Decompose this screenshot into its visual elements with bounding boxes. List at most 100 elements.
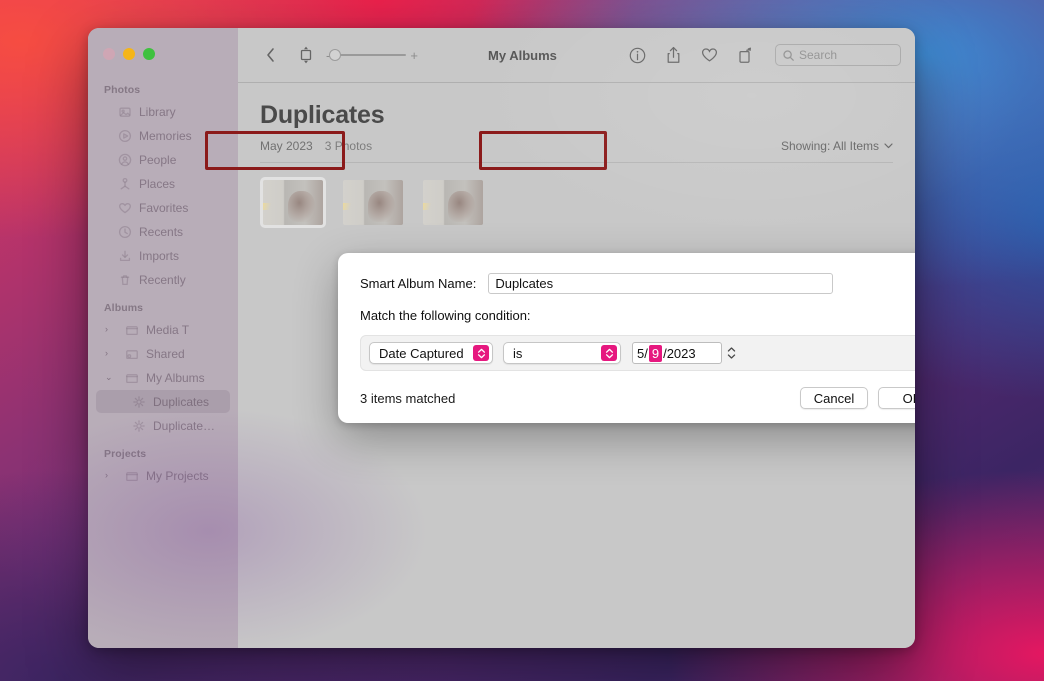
sidebar-item-label: Imports [139,248,180,263]
smart-album-icon [132,395,146,409]
clock-icon [118,225,132,239]
sidebar-section-header: Photos [104,84,141,96]
sidebar-item-recently[interactable]: Recently [96,268,230,291]
minimize-window-button[interactable] [123,48,135,60]
content-area: - + My Albums Search Duplicates May 2023… [205,28,915,648]
sidebar-item-memories[interactable]: Memories [96,124,230,147]
zoom-slider-knob[interactable] [329,49,342,61]
sidebar-item-label: Shared [146,346,185,361]
photos-library-icon [118,105,132,119]
date-month-segment[interactable]: 5/ [637,346,648,361]
disclosure-triangle-icon[interactable]: › [105,471,115,480]
showing-filter-button[interactable]: Showing: All Items [781,139,893,153]
page-photo-count: 3 Photos [324,139,373,153]
shared-folder-icon [125,347,139,361]
sidebar-section-header: Projects [104,448,147,460]
photo-thumbnail-image [343,180,403,225]
sidebar-item-shared[interactable]: › Shared [96,342,230,365]
chevron-up-down-icon [473,345,489,361]
disclosure-triangle-icon[interactable]: › [105,325,115,334]
date-year-segment[interactable]: /2023 [663,346,696,361]
sidebar-item-label: Recents [139,224,184,239]
sidebar-item-label: People [139,152,177,167]
page-subtitle: May 2023 3 Photos Showing: All Items [260,139,893,153]
dialog-button-group: Cancel OK [790,387,915,409]
places-pin-icon [118,177,132,191]
smart-album-name-input[interactable]: Duplcates [488,273,834,294]
photo-thumbnail[interactable] [340,177,406,228]
search-input[interactable]: Search [775,44,901,66]
sidebar-item-duplicate[interactable]: Duplicate… [96,414,230,437]
sidebar-item-label: My Albums [146,370,205,385]
smart-album-dialog: Smart Album Name: Duplcates Match the fo… [338,253,915,423]
sidebar-item-places[interactable]: Places [96,172,230,195]
memories-icon [118,129,132,143]
import-icon [118,249,132,263]
photo-thumbnail[interactable] [420,177,486,228]
sidebar-item-my-projects[interactable]: › My Projects [96,464,230,487]
sidebar-item-recents[interactable]: Recents [96,220,230,243]
sidebar-item-people[interactable]: People [96,148,230,171]
search-placeholder: Search [799,48,838,62]
condition-attribute-select[interactable]: Date Captured [369,342,493,364]
sidebar: Photos Library Memories People Places Favorit… [88,28,238,648]
chevron-up-down-icon [601,345,617,361]
sidebar-item-label: Memories [139,128,192,143]
stepper-down-icon [727,354,736,359]
photo-thumbnail[interactable] [260,177,326,228]
toolbar-title: My Albums [488,47,557,63]
date-day-segment[interactable]: 9 [648,344,663,362]
heart-icon [118,201,132,215]
sidebar-item-favorites[interactable]: Favorites [96,196,230,219]
share-icon[interactable] [659,41,687,69]
cancel-button[interactable]: Cancel [800,387,868,409]
heart-icon[interactable] [695,41,723,69]
condition-attribute-value: Date Captured [379,345,464,361]
back-button[interactable] [256,41,284,69]
date-stepper[interactable] [725,342,738,364]
search-icon [783,49,794,61]
condition-operator-select[interactable]: is [503,342,621,364]
close-window-button[interactable] [103,48,115,60]
sidebar-item-my-albums[interactable]: ⌄ My Albums [96,366,230,389]
sidebar-item-imports[interactable]: Imports [96,244,230,267]
maximize-window-button[interactable] [143,48,155,60]
condition-date-input[interactable]: 5/ 9 /2023 [632,342,722,364]
sidebar-item-label: Recently [139,272,186,287]
zoom-slider-track[interactable] [329,49,407,61]
rotate-icon[interactable] [731,41,759,69]
photos-app-window: Photos Library Memories People Places Favorit… [88,28,915,648]
sidebar-item-media-t[interactable]: › Media T [96,318,230,341]
chevron-down-icon [884,143,893,149]
sidebar-item-label: Media T [146,322,190,337]
trash-icon [118,273,132,287]
smart-album-name-label: Smart Album Name: [360,276,477,291]
disclosure-triangle-icon[interactable]: ⌄ [105,373,115,382]
smart-album-icon [132,419,146,433]
window-traffic-lights [88,36,238,74]
info-circle-icon[interactable] [623,41,651,69]
photo-thumbnail-grid [238,163,915,228]
folder-icon [125,323,139,337]
photo-thumbnail-image [423,180,483,225]
disclosure-triangle-icon[interactable]: › [105,349,115,358]
zoom-in-label: + [410,47,418,63]
sidebar-item-label: Library [139,104,176,119]
smart-album-name-row: Smart Album Name: Duplcates [360,273,915,294]
sidebar-item-duplicates[interactable]: Duplicates [96,390,230,413]
sidebar-item-library[interactable]: Library [96,100,230,123]
folder-icon [125,469,139,483]
sidebar-section-header: Albums [104,302,144,314]
page-date: May 2023 [260,139,313,153]
condition-operator-value: is [513,345,523,361]
zoom-slider[interactable]: - + [326,48,418,63]
page-title: Duplicates [260,101,385,129]
aspect-resize-icon[interactable] [292,41,320,69]
sidebar-item-label: Duplicates [153,394,210,409]
sidebar-item-label: Favorites [139,200,189,215]
ok-button[interactable]: OK [878,387,915,409]
match-condition-label: Match the following condition: [360,308,531,323]
sidebar-item-label: My Projects [146,468,209,483]
people-icon [118,153,132,167]
toolbar: - + My Albums Search [238,28,915,83]
